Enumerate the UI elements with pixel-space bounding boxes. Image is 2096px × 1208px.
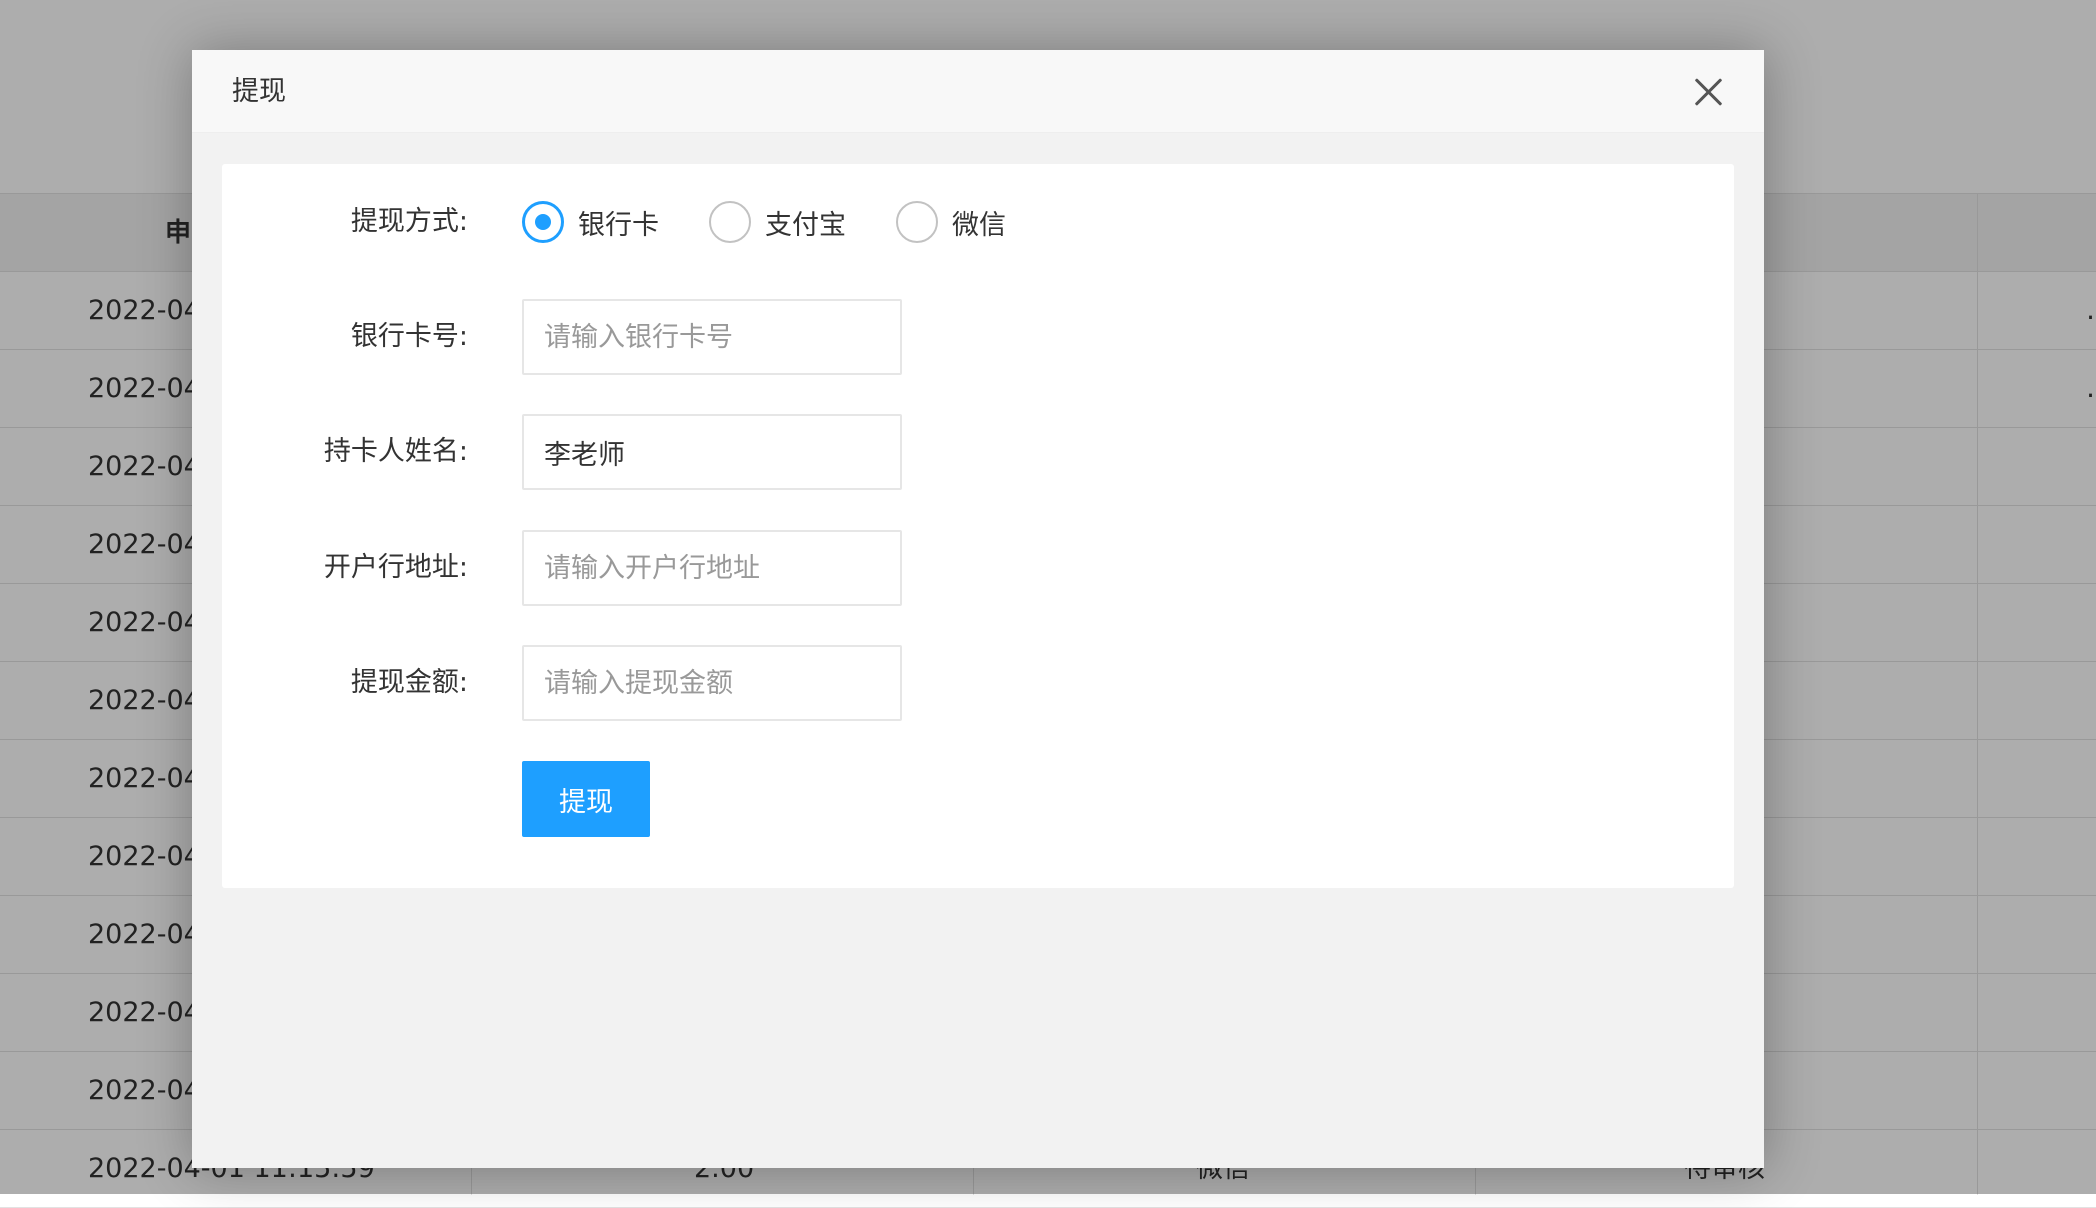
- card-number-row: 银行卡号:: [222, 299, 1734, 375]
- bank-address-label: 开户行地址:: [323, 552, 468, 583]
- radio-unchecked-icon[interactable]: [896, 201, 938, 243]
- radio-alipay[interactable]: 支付宝: [709, 201, 846, 243]
- withdraw-modal: 提现 提现方式: 银行卡 支付宝 微信 银行卡号: 请输入银行卡号 持卡人姓名:…: [192, 50, 1764, 1168]
- holder-name-label: 持卡人姓名:: [323, 436, 468, 467]
- radio-checked-icon[interactable]: [522, 201, 564, 243]
- withdraw-form: 提现方式: 银行卡 支付宝 微信 银行卡号: 请输入银行卡号 持卡人姓名: 李老…: [222, 164, 1734, 888]
- modal-header: 提现: [192, 50, 1764, 133]
- radio-label[interactable]: 银行卡: [578, 203, 659, 242]
- holder-name-row: 持卡人姓名:: [222, 414, 1734, 490]
- method-label: 提现方式:: [350, 206, 468, 237]
- holder-name-input[interactable]: [522, 414, 902, 490]
- radio-unchecked-icon[interactable]: [709, 201, 751, 243]
- amount-label: 提现金额:: [350, 667, 468, 698]
- radio-label[interactable]: 支付宝: [765, 203, 846, 242]
- amount-row: 提现金额:: [222, 645, 1734, 721]
- submit-row: 提现: [222, 761, 1734, 837]
- withdraw-submit-button[interactable]: 提现: [522, 761, 650, 837]
- radio-bank-card[interactable]: 银行卡: [522, 201, 659, 243]
- radio-wechat[interactable]: 微信: [896, 201, 1006, 243]
- radio-label[interactable]: 微信: [952, 203, 1006, 242]
- card-number-label: 银行卡号:: [350, 321, 468, 352]
- amount-input[interactable]: [522, 645, 902, 721]
- method-radio-group: 银行卡 支付宝 微信: [522, 184, 1056, 260]
- bank-address-input[interactable]: [522, 530, 902, 606]
- method-row: 提现方式: 银行卡 支付宝 微信: [222, 184, 1734, 260]
- close-icon[interactable]: [1692, 76, 1724, 108]
- card-number-input[interactable]: [522, 299, 902, 375]
- modal-title: 提现: [232, 76, 286, 107]
- bank-address-row: 开户行地址:: [222, 530, 1734, 606]
